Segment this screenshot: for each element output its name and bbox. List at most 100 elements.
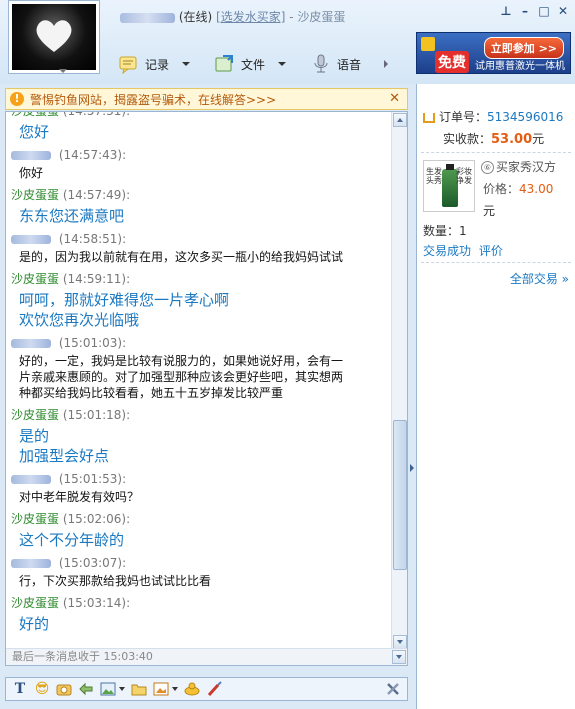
warning-icon: ! — [10, 92, 24, 106]
registered-icon: ⑥ — [481, 161, 494, 174]
trade-success-link[interactable]: 交易成功 — [423, 244, 471, 258]
message-time: (15:03:14): — [62, 596, 131, 610]
heart-icon — [36, 20, 72, 52]
all-trades-label[interactable]: 全部交易 — [510, 272, 558, 286]
price-label: 价格： — [483, 182, 520, 196]
message-text: 好的 — [19, 615, 50, 633]
own-account-name: 沙皮蛋蛋 — [297, 10, 346, 24]
message-time: (15:03:07): — [58, 556, 127, 570]
price-value: 43.00 — [519, 182, 554, 196]
panel-splitter[interactable] — [408, 84, 416, 709]
minimize-icon[interactable]: – — [519, 5, 531, 17]
avatar-dropdown-icon[interactable] — [59, 69, 67, 73]
message-text: 是的 加强型会好点 — [19, 427, 110, 465]
sender-name: 沙皮蛋蛋 — [11, 111, 60, 118]
pin-icon[interactable]: ⊥ — [500, 5, 512, 17]
paid-amount-row: 实收款：53.00元 — [443, 130, 544, 147]
message-text: 呵呵，那就好难得您一片孝心啊 欢饮您再次光临哦 — [19, 291, 230, 329]
message-meta: 沙皮蛋蛋 (15:01:18): — [11, 406, 392, 424]
folder-icon[interactable] — [131, 681, 147, 697]
trade-links: 交易成功 评价 — [423, 242, 503, 259]
collapse-panel-icon[interactable] — [410, 464, 414, 472]
product-image-text-left: 生发 头秀 — [426, 167, 442, 185]
divider — [421, 152, 571, 153]
message-meta: 沙皮蛋蛋 (14:59:11): — [11, 270, 392, 288]
message-time: (14:58:51): — [58, 232, 127, 246]
title-separator: - — [289, 10, 294, 24]
contact-tag-link[interactable]: [选发水买家] — [216, 10, 285, 24]
voice-button[interactable]: 语音 — [310, 54, 389, 74]
chat-scrollbar[interactable] — [391, 112, 407, 650]
file-dropdown-icon[interactable] — [278, 62, 287, 66]
record-dropdown-icon[interactable] — [182, 62, 191, 66]
chat-toolbar: 记录 文件 语音 — [118, 54, 389, 74]
close-icon[interactable]: ✕ — [557, 5, 569, 17]
record-button[interactable]: 记录 — [118, 54, 191, 74]
message-meta: (14:57:43): — [11, 146, 392, 164]
sender-name: 沙皮蛋蛋 — [11, 512, 60, 526]
chat-record-icon — [119, 56, 137, 74]
message-text: 好的，一定，我妈是比较有说服力的，如果她说好用，会有一 片亲戚来惠顾的。对了加强… — [19, 354, 344, 400]
screenshot-icon[interactable] — [56, 681, 72, 697]
order-number[interactable]: 5134596016 — [487, 110, 563, 124]
image-icon[interactable] — [100, 681, 116, 697]
more-tools-icon[interactable] — [384, 60, 389, 68]
file-transfer-icon — [215, 55, 234, 72]
contact-nickname-blurred — [120, 12, 175, 23]
message-meta: (15:03:07): — [11, 554, 392, 572]
message-time: (14:59:11): — [62, 272, 131, 286]
security-notice-text[interactable]: 警惕钓鱼网站，揭露盗号骗术，在线解答>>> — [30, 91, 276, 108]
ad-text: 试用惠普激光一体机 — [475, 61, 565, 72]
photo-icon[interactable] — [153, 681, 169, 697]
review-link[interactable]: 评价 — [479, 244, 503, 258]
order-number-row: 订单号：5134596016 — [423, 108, 563, 125]
message-time: (15:01:03): — [58, 336, 127, 350]
message-meta: 沙皮蛋蛋 (14:57:31): — [11, 111, 392, 120]
message-text: 您好 — [19, 123, 50, 141]
scroll-to-bottom-icon[interactable] — [392, 650, 406, 664]
record-label: 记录 — [145, 57, 170, 72]
shake-icon[interactable] — [184, 681, 200, 697]
message-time: (15:01:18): — [62, 408, 131, 422]
file-label: 文件 — [241, 57, 266, 72]
settings-tools-icon[interactable] — [385, 681, 401, 697]
ad-join-button[interactable]: 立即参加 >> — [483, 37, 564, 59]
quantity-row: 数量：1 — [423, 222, 467, 239]
close-notice-icon[interactable]: ✕ — [389, 91, 400, 106]
file-button[interactable]: 文件 — [214, 54, 287, 74]
message-time: (14:57:43): — [58, 148, 127, 162]
price-unit: 元 — [483, 204, 496, 218]
scroll-down-icon[interactable] — [393, 635, 407, 649]
sender-name-blurred — [11, 235, 51, 244]
all-trades-link[interactable]: 全部交易 » — [510, 270, 569, 287]
chat-history[interactable]: 沙皮蛋蛋 (14:57:31): 您好 (14:57:43): 你好 沙皮蛋蛋 (14… — [5, 111, 408, 666]
product-image[interactable]: 生发 头秀 彩妆 净发 — [423, 160, 475, 212]
maximize-icon[interactable]: □ — [538, 5, 550, 17]
recall-icon[interactable] — [78, 681, 94, 697]
divider — [421, 262, 571, 263]
quantity-value: 1 — [459, 224, 467, 238]
chevron-right-icon: » — [561, 272, 569, 286]
avatar-image — [12, 4, 96, 70]
message-list: 沙皮蛋蛋 (14:57:31): 您好 (14:57:43): 你好 沙皮蛋蛋 (14… — [6, 111, 392, 638]
product-name-text[interactable]: 买家秀汉方 — [496, 160, 556, 174]
font-icon[interactable]: T — [12, 681, 28, 697]
gift-icon — [421, 37, 435, 51]
emoticon-icon[interactable]: 😎 — [34, 681, 50, 697]
message-text: 东东您还满意吧 — [19, 207, 125, 225]
message-text: 这个不分年龄的 — [19, 531, 125, 549]
scroll-thumb[interactable] — [393, 420, 407, 570]
paint-brush-icon[interactable] — [206, 681, 222, 697]
image-dropdown-icon[interactable] — [119, 687, 125, 691]
order-panel: 订单号：5134596016 实收款：53.00元 生发 头秀 彩妆 净发 ⑥买… — [416, 84, 575, 709]
voice-label: 语音 — [337, 57, 362, 72]
photo-dropdown-icon[interactable] — [172, 687, 178, 691]
message-time: (15:02:06): — [62, 512, 131, 526]
scroll-up-icon[interactable] — [393, 113, 407, 127]
security-notice-bar[interactable]: ! 警惕钓鱼网站，揭露盗号骗术，在线解答>>> ✕ — [5, 88, 408, 110]
product-name[interactable]: ⑥ 买家秀汉方 — [481, 158, 556, 175]
ad-banner[interactable]: 立即参加 >> 免费 试用惠普激光一体机 — [416, 32, 571, 74]
avatar[interactable] — [8, 0, 100, 74]
sender-name: 沙皮蛋蛋 — [11, 596, 60, 610]
chat-window-header: (在线) [选发水买家] - 沙皮蛋蛋 ⊥ – □ ✕ 记录 文件 语音 立即参… — [0, 0, 575, 84]
